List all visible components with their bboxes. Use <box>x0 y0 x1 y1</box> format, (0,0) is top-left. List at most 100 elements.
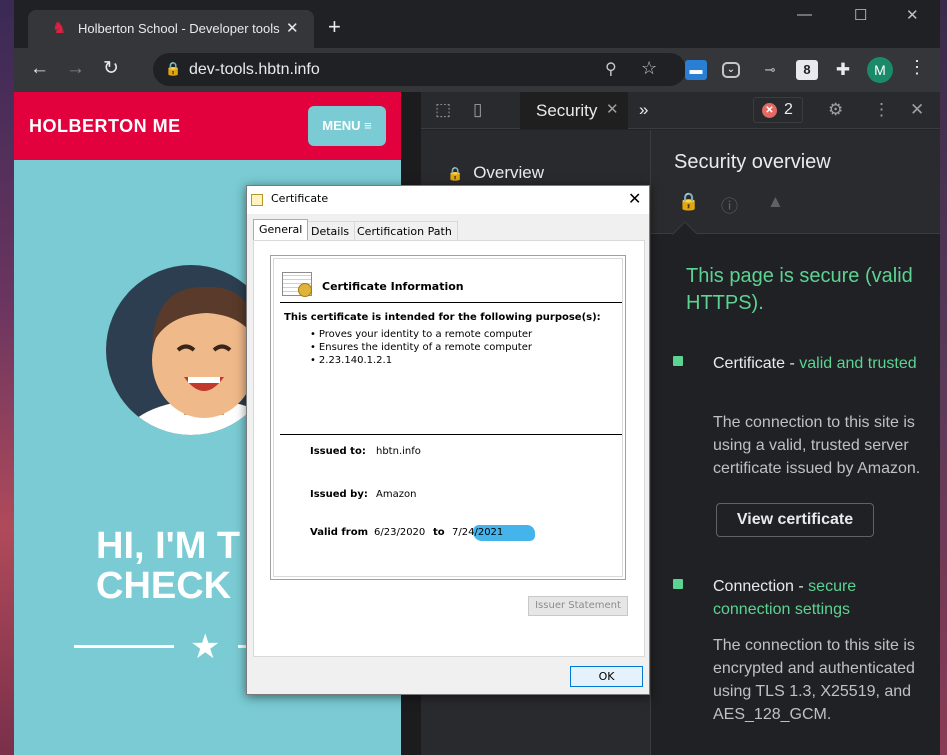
certificate-info-heading: Certificate Information <box>322 280 464 293</box>
certificate-icon <box>251 194 263 206</box>
security-main: Security overview 🔒 ⓘ ▲ This page is sec… <box>651 130 940 755</box>
error-count-badge[interactable]: ✕ 2 <box>753 97 803 123</box>
certificate-title-separator: - <box>785 355 800 372</box>
devtools-menu-icon[interactable]: ⋮ <box>873 100 890 120</box>
general-tab-panel: Certificate Information This certificate… <box>253 240 645 657</box>
certificate-status: valid and trusted <box>799 355 917 372</box>
star-icon: ★ <box>190 628 221 666</box>
tab-security[interactable]: Security ✕ <box>520 92 628 129</box>
connection-description: The connection to this site is encrypted… <box>713 637 915 723</box>
connection-title-label: Connection <box>713 578 794 595</box>
valid-from-value: 6/23/2020 <box>374 527 426 538</box>
desktop-wallpaper-right <box>940 0 947 755</box>
hero-title-line2: CHECK <box>96 565 232 607</box>
profile-avatar[interactable]: M <box>867 57 893 83</box>
issued-by-value: Amazon <box>376 489 417 500</box>
sidebar-item-label: Overview <box>473 163 545 182</box>
browser-tab[interactable]: ♞ Holberton School - Developer tools ✕ <box>28 10 314 48</box>
security-overview-title: Security overview <box>674 151 831 173</box>
secure-lock-icon: 🔒 <box>678 192 700 211</box>
secure-summary: This page is secure (valid HTTPS). <box>686 265 913 314</box>
issued-to-value: hbtn.info <box>376 446 421 457</box>
connection-title: Connection - secure connection settings <box>713 575 933 621</box>
tab-details[interactable]: Details <box>305 221 356 240</box>
connection-status-indicator <box>673 579 683 589</box>
bookmark-star-icon[interactable]: ☆ <box>641 58 657 79</box>
more-tabs-icon[interactable]: » <box>639 100 648 120</box>
lock-icon: 🔒 <box>447 166 464 181</box>
tab-close-icon[interactable]: ✕ <box>286 19 299 37</box>
dialog-title: Certificate <box>271 192 329 205</box>
sidebar-item-overview[interactable]: 🔒 Overview <box>447 163 544 183</box>
speaker-icon[interactable]: 8 <box>796 60 818 80</box>
valid-to-value: 7/24/2021 <box>452 527 504 538</box>
back-button[interactable]: ← <box>30 58 49 80</box>
site-menu-button[interactable]: MENU ≡ <box>308 106 386 146</box>
certificate-info-inner: Certificate Information This certificate… <box>273 258 623 577</box>
browser-titlebar: ♞ Holberton School - Developer tools ✕ +… <box>14 0 940 48</box>
reload-button[interactable]: ↻ <box>103 58 119 80</box>
error-count: 2 <box>784 101 793 118</box>
hero-divider-left <box>74 645 174 648</box>
connection-title-separator: - <box>793 578 809 595</box>
certificate-seal <box>298 283 312 297</box>
tab-security-close-icon[interactable]: ✕ <box>606 100 619 118</box>
certificate-dialog: Certificate ✕ Certification Path Details… <box>246 185 650 695</box>
security-header: Security overview 🔒 ⓘ ▲ <box>651 130 940 234</box>
desktop-wallpaper-left <box>0 0 14 755</box>
settings-gear-icon[interactable]: ⚙ <box>828 100 843 120</box>
hero-title: HI, I'M T CHECK <box>96 526 240 606</box>
puzzle-icon[interactable]: ✚ <box>832 60 854 80</box>
certificate-rule-bottom <box>280 434 622 435</box>
warning-icon: ▲ <box>767 192 784 211</box>
site-logo[interactable]: HOLBERTON ME <box>29 116 181 137</box>
info-icon: ⓘ <box>721 197 738 216</box>
pocket-icon[interactable]: ⌄ <box>722 62 740 78</box>
devtools-close-icon[interactable]: ✕ <box>910 100 924 120</box>
hero-title-line1: HI, I'M T <box>96 525 241 567</box>
certificate-emblem-icon <box>282 272 312 297</box>
minimize-button[interactable]: — <box>797 6 812 23</box>
browser-menu-icon[interactable]: ⋮ <box>908 57 926 78</box>
tab-security-label: Security <box>536 101 598 120</box>
dialog-titlebar[interactable]: Certificate ✕ <box>247 186 649 214</box>
ok-button[interactable]: OK <box>570 666 643 687</box>
devtools-toolbar: ⬚ ▯ Security ✕ » ✕ 2 ⚙ ⋮ ✕ <box>421 92 940 129</box>
issued-to-label: Issued to: <box>310 446 366 457</box>
forward-button[interactable]: → <box>66 58 85 80</box>
valid-to-label: to <box>433 527 445 538</box>
link-icon[interactable]: ⊸ <box>759 60 781 80</box>
new-tab-button[interactable]: + <box>328 16 341 38</box>
purpose-heading: This certificate is intended for the fol… <box>284 312 601 323</box>
view-certificate-button[interactable]: View certificate <box>716 503 874 537</box>
tab-title: Holberton School - Developer tools <box>78 21 280 36</box>
snagit-icon[interactable]: ▬ <box>685 60 707 80</box>
window-close-button[interactable]: ✕ <box>906 6 919 24</box>
browser-toolbar: ← → ↻ 🔒 dev-tools.hbtn.info ⚲ ☆ ▬ ⌄ ⊸ 8 … <box>14 48 940 92</box>
certificate-title: Certificate - valid and trusted <box>713 352 933 375</box>
tab-certification-path[interactable]: Certification Path <box>351 221 458 240</box>
purpose-item: Proves your identity to a remote compute… <box>310 329 532 340</box>
lock-icon[interactable]: 🔒 <box>165 61 181 77</box>
certificate-rule-top <box>280 302 622 303</box>
certificate-description: The connection to this site is using a v… <box>713 414 921 477</box>
inspect-element-icon[interactable]: ⬚ <box>435 100 451 120</box>
site-header: HOLBERTON ME MENU ≡ <box>14 92 401 160</box>
holberton-favicon-icon: ♞ <box>52 20 67 37</box>
certificate-status-indicator <box>673 356 683 366</box>
device-toolbar-icon[interactable]: ▯ <box>473 100 482 120</box>
certificate-info-box: Certificate Information This certificate… <box>270 255 626 580</box>
issued-by-label: Issued by: <box>310 489 368 500</box>
dialog-close-icon[interactable]: ✕ <box>628 189 641 208</box>
issuer-statement-button[interactable]: Issuer Statement <box>528 596 628 616</box>
address-url[interactable]: dev-tools.hbtn.info <box>189 61 320 79</box>
zoom-icon[interactable]: ⚲ <box>605 59 617 79</box>
valid-from-label: Valid from <box>310 527 369 538</box>
tab-general[interactable]: General <box>253 219 309 241</box>
error-icon: ✕ <box>762 103 777 118</box>
purpose-item: 2.23.140.1.2.1 <box>310 355 392 366</box>
address-bar[interactable]: 🔒 dev-tools.hbtn.info ⚲ ☆ <box>153 53 686 86</box>
maximize-button[interactable]: ☐ <box>854 6 867 24</box>
purpose-item: Ensures the identity of a remote compute… <box>310 342 532 353</box>
certificate-title-label: Certificate <box>713 355 786 372</box>
